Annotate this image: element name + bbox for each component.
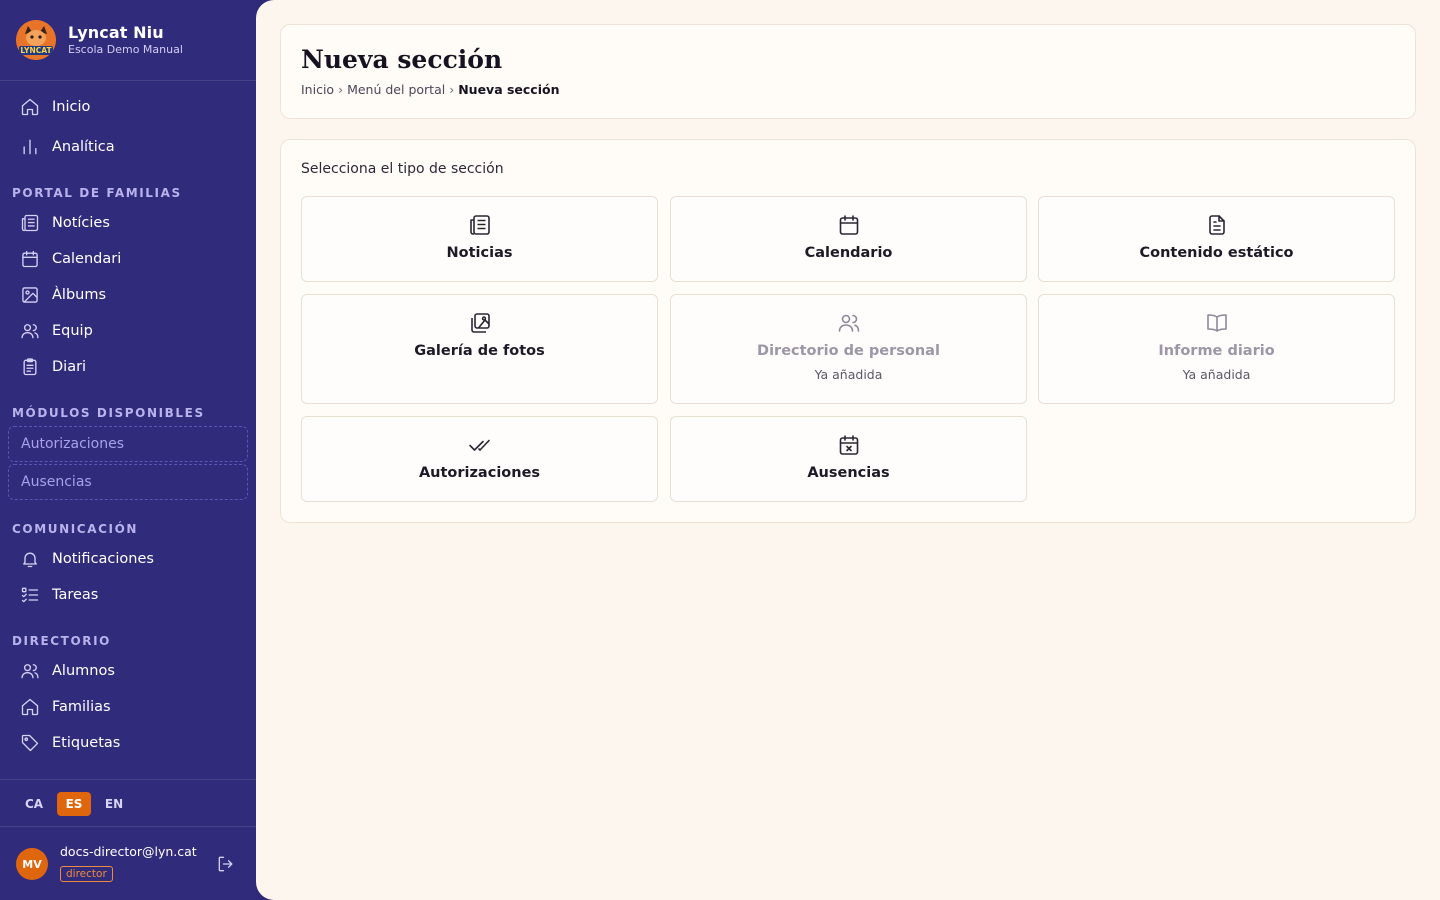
section-title-communication: COMUNICACIÓN: [12, 522, 139, 536]
tag-icon: [20, 733, 40, 753]
nav-item-noticies[interactable]: Notícies: [8, 205, 248, 241]
language-switcher: CA ES EN: [0, 779, 256, 827]
breadcrumb: Inicio › Menú del portal › Nueva sección: [301, 82, 560, 97]
tile-informe-diario: Informe diario Ya añadida: [1038, 294, 1395, 404]
lang-en[interactable]: EN: [97, 792, 131, 816]
users-icon: [20, 321, 40, 341]
checklist-icon: [20, 585, 40, 605]
school-app-name: Lyncat Niu: [68, 23, 164, 42]
tile-label: Calendario: [804, 245, 893, 261]
document-icon: [1205, 213, 1229, 237]
nav-label: Calendari: [52, 251, 122, 267]
newspaper-icon: [20, 213, 40, 233]
nav-item-tareas[interactable]: Tareas: [8, 577, 248, 613]
tile-directorio-personal: Directorio de personal Ya añadida: [670, 294, 1027, 404]
nav-label: Analítica: [52, 139, 115, 155]
tile-galeria-fotos[interactable]: Galería de fotos: [301, 294, 658, 404]
already-added-note: Ya añadida: [1182, 367, 1251, 382]
section-type-picker: Selecciona el tipo de sección Noticias C…: [280, 139, 1416, 523]
tile-label: Autorizaciones: [418, 465, 541, 481]
nav-label: Familias: [52, 699, 111, 715]
tile-label: Contenido estático: [1139, 245, 1294, 261]
nav-label: Àlbums: [52, 287, 107, 303]
breadcrumb-item-menu-portal[interactable]: Menú del portal: [347, 82, 445, 97]
page-header-card: Nueva sección Inicio › Menú del portal ›…: [280, 24, 1416, 119]
nav-label: Inicio: [52, 99, 91, 115]
tile-label: Noticias: [446, 245, 513, 261]
lyncat-logo[interactable]: LYNCAT: [16, 20, 56, 60]
page-title: Nueva sección: [301, 45, 503, 74]
nav-item-etiquetas[interactable]: Etiquetas: [8, 725, 248, 761]
nav-label: Etiquetas: [52, 735, 121, 751]
main-content: Nueva sección Inicio › Menú del portal ›…: [256, 0, 1440, 900]
module-item-ausencias[interactable]: Ausencias: [8, 464, 248, 500]
nav-item-diari[interactable]: Diari: [8, 349, 248, 385]
nav-item-calendari[interactable]: Calendari: [8, 241, 248, 277]
nav-item-albums[interactable]: Àlbums: [8, 277, 248, 313]
tile-noticias[interactable]: Noticias: [301, 196, 658, 282]
clipboard-icon: [20, 357, 40, 377]
school-name: Escola Demo Manual: [68, 43, 183, 56]
section-title-directory: DIRECTORIO: [12, 634, 111, 648]
breadcrumb-item-inicio[interactable]: Inicio: [301, 82, 334, 97]
tile-calendario[interactable]: Calendario: [670, 196, 1027, 282]
tile-label: Galería de fotos: [414, 343, 545, 359]
nav-label: Alumnos: [52, 663, 115, 679]
nav-item-inicio[interactable]: Inicio: [8, 89, 248, 125]
picker-label: Selecciona el tipo de sección: [301, 161, 504, 177]
svg-text:LYNCAT: LYNCAT: [20, 46, 52, 55]
calendar-x-icon: [837, 433, 861, 457]
nav-item-equip[interactable]: Equip: [8, 313, 248, 349]
breadcrumb-item-current: Nueva sección: [458, 82, 560, 97]
sidebar: LYNCAT Lyncat Niu Escola Demo Manual Ini…: [0, 0, 256, 900]
brand-header: LYNCAT Lyncat Niu Escola Demo Manual: [0, 0, 256, 81]
role-badge: director: [60, 866, 113, 882]
nav-label: Notificaciones: [52, 551, 154, 567]
nav-item-alumnos[interactable]: Alumnos: [8, 653, 248, 689]
breadcrumb-separator: ›: [449, 82, 455, 97]
tile-label: Ausencias: [807, 465, 890, 481]
bar-chart-icon: [20, 137, 40, 157]
lang-es[interactable]: ES: [57, 792, 91, 816]
nav-item-familias[interactable]: Familias: [8, 689, 248, 725]
section-title-portal: PORTAL DE FAMILIAS: [12, 186, 182, 200]
home-icon: [20, 697, 40, 717]
module-item-autorizaciones[interactable]: Autorizaciones: [8, 426, 248, 462]
user-panel: MV docs-director@lyn.cat director: [0, 828, 256, 900]
nav-item-notificaciones[interactable]: Notificaciones: [8, 541, 248, 577]
lang-ca[interactable]: CA: [17, 792, 51, 816]
tile-ausencias[interactable]: Ausencias: [670, 416, 1027, 502]
nav-label: Tareas: [52, 587, 99, 603]
photos-icon: [468, 311, 492, 335]
nav-label: Equip: [52, 323, 93, 339]
book-open-icon: [1205, 311, 1229, 335]
users-icon: [837, 311, 861, 335]
nav-item-analitica[interactable]: Analítica: [8, 129, 248, 165]
breadcrumb-separator: ›: [338, 82, 344, 97]
tile-label: Informe diario: [1158, 343, 1275, 359]
tile-contenido-estatico[interactable]: Contenido estático: [1038, 196, 1395, 282]
nav-label: Notícies: [52, 215, 110, 231]
calendar-icon: [20, 249, 40, 269]
avatar[interactable]: MV: [16, 848, 48, 880]
section-title-modules: MÓDULOS DISPONIBLES: [12, 406, 205, 420]
tile-autorizaciones[interactable]: Autorizaciones: [301, 416, 658, 502]
already-added-note: Ya añadida: [814, 367, 883, 382]
home-icon: [20, 97, 40, 117]
calendar-icon: [837, 213, 861, 237]
users-icon: [20, 661, 40, 681]
user-email: docs-director@lyn.cat: [60, 844, 197, 859]
double-check-icon: [468, 433, 492, 457]
nav-label: Diari: [52, 359, 87, 375]
logout-icon[interactable]: [216, 854, 236, 874]
bell-icon: [20, 549, 40, 569]
tile-label: Directorio de personal: [757, 343, 940, 359]
image-icon: [20, 285, 40, 305]
newspaper-icon: [468, 213, 492, 237]
